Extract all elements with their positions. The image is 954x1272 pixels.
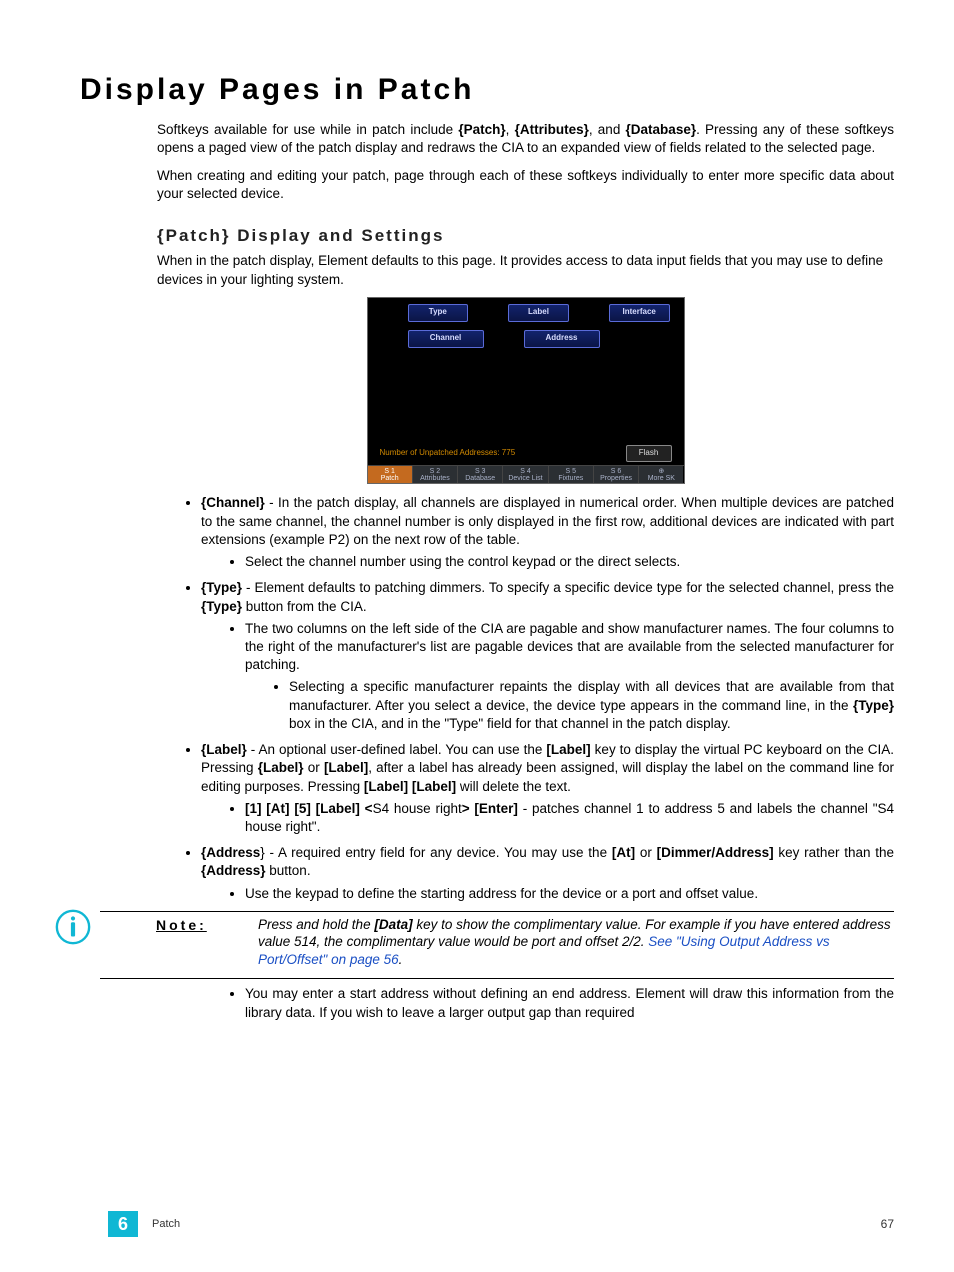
softkey-s6: S 6Properties: [594, 466, 639, 484]
key-ref: [Label] [Label]: [364, 779, 456, 794]
note-label: Note:: [156, 916, 224, 969]
divider: [100, 978, 894, 979]
text: key rather than the: [774, 845, 894, 860]
text: S4 house right: [373, 801, 462, 816]
softkey-more: ⊕More SK: [639, 466, 683, 484]
cia-flash-button: Flash: [626, 445, 672, 462]
text: - A required entry field for any device.…: [265, 845, 612, 860]
softkey-s1: S 1Patch: [368, 466, 413, 484]
softkey-ref: {Patch}: [458, 122, 505, 137]
softkey-ref: {Address}: [201, 863, 266, 878]
key-ref: [Data]: [374, 917, 412, 932]
page-number: 67: [881, 1216, 894, 1232]
bullet-type-sub: The two columns on the left side of the …: [245, 620, 894, 733]
bullet-channel-sub: Select the channel number using the cont…: [245, 553, 894, 571]
text: or: [635, 845, 657, 860]
softkey-ref: {Attributes}: [515, 122, 589, 137]
cia-screenshot: Type Label Interface Channel Address Num…: [367, 297, 685, 485]
text: , and: [589, 122, 626, 137]
page-title: Display Pages in Patch: [80, 70, 894, 111]
cia-channel-button: Channel: [408, 330, 484, 348]
field-name: {Type}: [201, 580, 242, 595]
note-body: Press and hold the [Data] key to show th…: [258, 916, 894, 969]
text: ,: [506, 122, 515, 137]
key-ref: [At]: [612, 845, 635, 860]
softkey-ref: {Label}: [258, 760, 304, 775]
softkey-s4: S 4Device List: [503, 466, 548, 484]
cia-type-button: Type: [408, 304, 469, 322]
divider: [100, 911, 894, 912]
cia-address-button: Address: [524, 330, 600, 348]
chapter-name: Patch: [152, 1217, 180, 1232]
text: - An optional user-defined label. You ca…: [247, 742, 547, 757]
softkey-ref: {Type}: [853, 698, 894, 713]
intro-para-1: Softkeys available for use while in patc…: [157, 121, 894, 157]
text: .: [399, 952, 403, 967]
cia-label-button: Label: [508, 304, 569, 322]
softkey-s3: S 3Database: [458, 466, 503, 484]
bullet-address: {Address} - A required entry field for a…: [201, 844, 894, 903]
field-name: {Label}: [201, 742, 247, 757]
field-name: {Address: [201, 845, 260, 860]
field-name: {Channel}: [201, 495, 265, 510]
text: or: [304, 760, 324, 775]
softkey-s5: S 5Fixtures: [549, 466, 594, 484]
softkey-ref: {Database}: [626, 122, 697, 137]
text: The two columns on the left side of the …: [245, 621, 894, 672]
key-ref: [Label]: [546, 742, 590, 757]
bullet-type-subsub: Selecting a specific manufacturer repain…: [289, 678, 894, 733]
key-ref: [Dimmer/Address]: [657, 845, 774, 860]
cia-interface-button: Interface: [609, 304, 670, 322]
bullet-address-sub1: Use the keypad to define the starting ad…: [245, 885, 894, 903]
text: Press and hold the: [258, 917, 374, 932]
text: - Element defaults to patching dimmers. …: [242, 580, 894, 595]
text: - In the patch display, all channels are…: [201, 495, 894, 546]
note-icon: [54, 908, 92, 946]
bullet-label: {Label} - An optional user-defined label…: [201, 741, 894, 836]
chapter-number-badge: 6: [108, 1211, 138, 1237]
bullet-channel: {Channel} - In the patch display, all ch…: [201, 494, 894, 571]
section-para: When in the patch display, Element defau…: [157, 252, 894, 288]
key-ref: [1] [At] [5] [Label] <: [245, 801, 373, 816]
text: Softkeys available for use while in patc…: [157, 122, 458, 137]
text: button from the CIA.: [242, 599, 367, 614]
key-ref: [Label]: [324, 760, 368, 775]
bullet-type: {Type} - Element defaults to patching di…: [201, 579, 894, 733]
text: box in the CIA, and in the "Type" field …: [289, 716, 731, 731]
section-heading: {Patch} Display and Settings: [157, 225, 894, 248]
text: button.: [266, 863, 311, 878]
bullet-label-sub: [1] [At] [5] [Label] <S4 house right> [E…: [245, 800, 894, 836]
softkey-s2: S 2Attributes: [413, 466, 458, 484]
bullet-address-sub2: You may enter a start address without de…: [245, 985, 894, 1021]
cia-status-text: Number of Unpatched Addresses: 775: [380, 448, 516, 459]
text: will delete the text.: [456, 779, 571, 794]
key-ref: > [Enter]: [462, 801, 518, 816]
softkey-ref: {Type}: [201, 599, 242, 614]
intro-para-2: When creating and editing your patch, pa…: [157, 167, 894, 203]
text: Selecting a specific manufacturer repain…: [289, 679, 894, 712]
cia-softkey-bar: S 1Patch S 2Attributes S 3Database S 4De…: [368, 465, 684, 484]
